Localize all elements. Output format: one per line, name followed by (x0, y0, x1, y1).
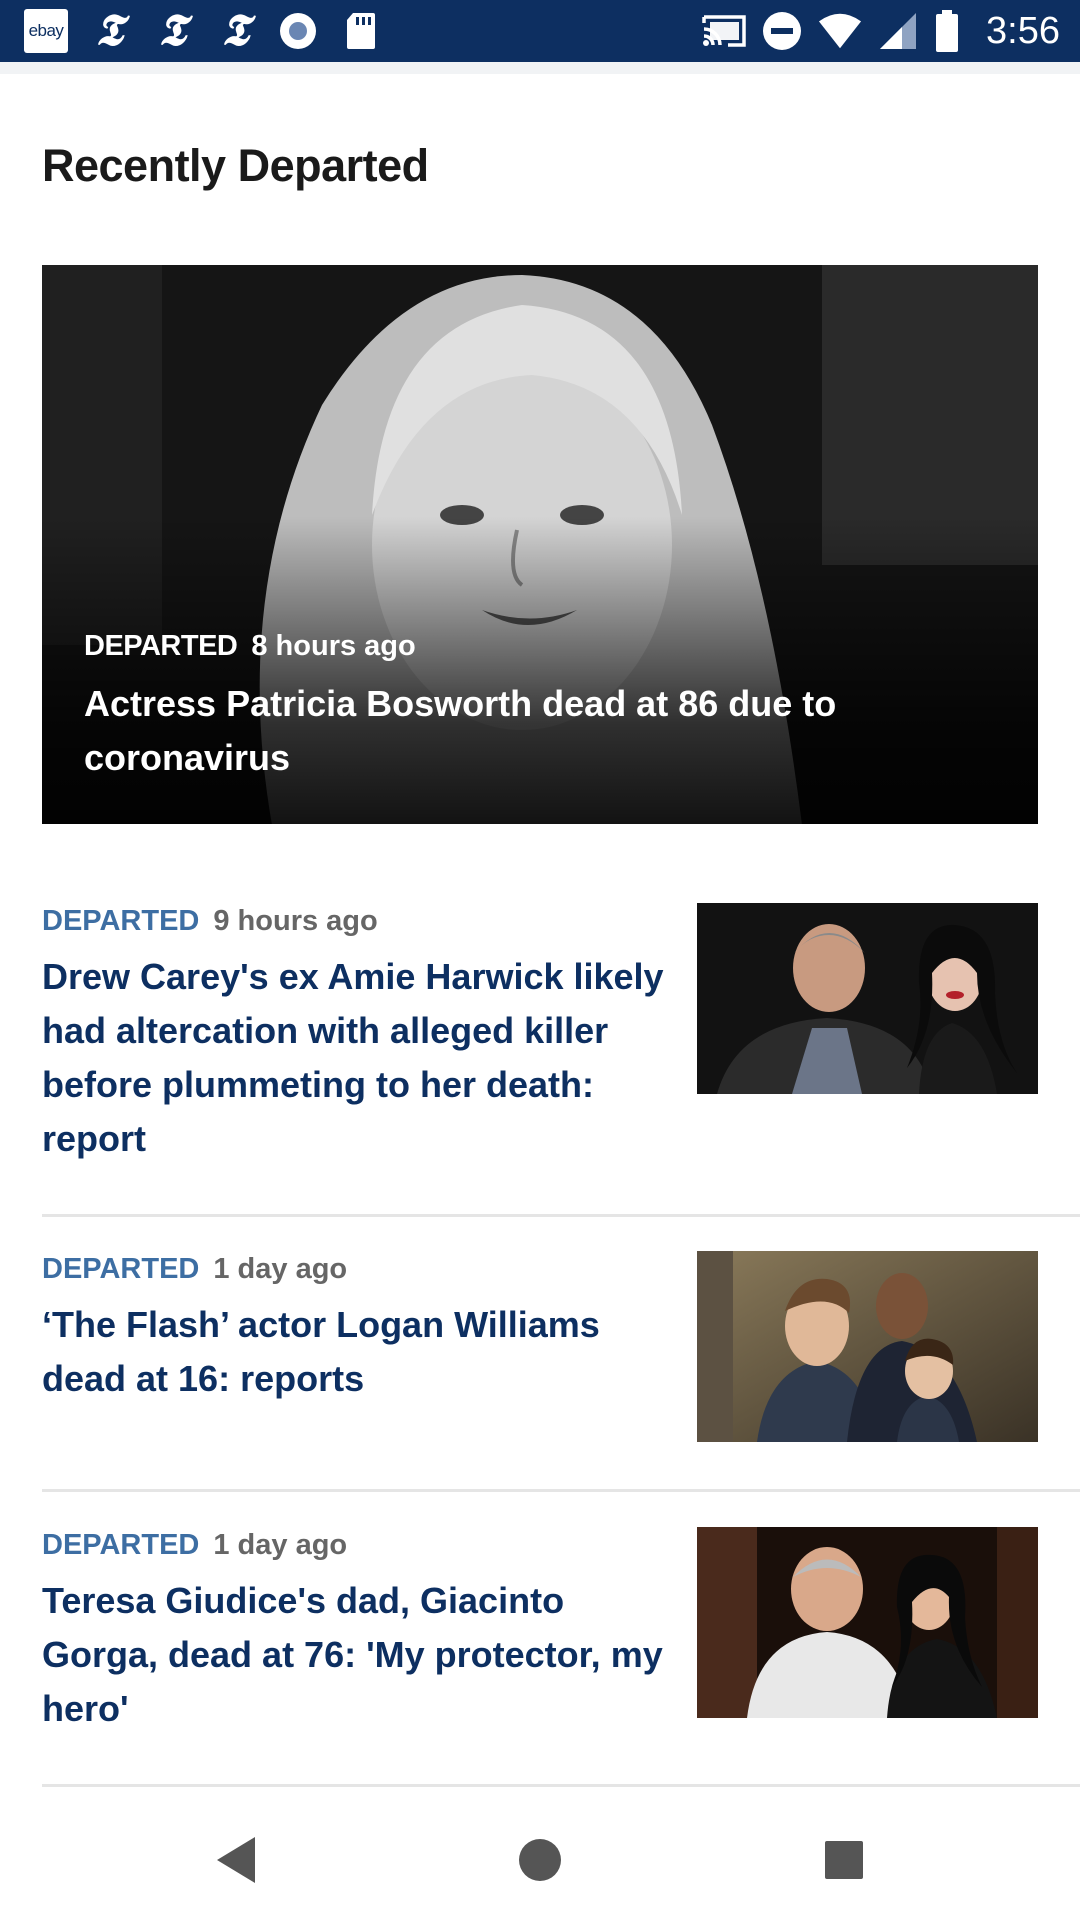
home-icon[interactable] (510, 1830, 570, 1890)
wifi-icon (818, 9, 862, 53)
signal-icon (876, 9, 920, 53)
article-thumbnail[interactable] (697, 903, 1038, 1094)
status-bar: ebay 𝕿 𝕿 𝕿 3:56 (0, 0, 1080, 62)
clock: 3:56 (986, 9, 1060, 52)
notification-icons: ebay 𝕿 𝕿 𝕿 (24, 9, 402, 53)
back-icon[interactable] (206, 1830, 266, 1890)
navigation-bar (0, 1800, 1080, 1920)
recents-icon[interactable] (814, 1830, 874, 1890)
article-thumbnail[interactable] (697, 1527, 1038, 1718)
hero-headline[interactable]: Actress Patricia Bosworth dead at 86 due… (84, 677, 944, 785)
nyt-icon: 𝕿 (221, 6, 249, 55)
article-headline[interactable]: ‘The Flash’ actor Logan Williams dead at… (42, 1298, 672, 1406)
article-headline[interactable]: Teresa Giudice's dad, Giacinto Gorga, de… (42, 1574, 672, 1736)
article-item[interactable]: DEPARTED 1 day ago Teresa Giudice's dad,… (42, 1527, 1038, 1736)
timestamp: 8 hours ago (251, 630, 416, 662)
category-label[interactable]: DEPARTED (42, 905, 199, 938)
page-title: Recently Departed (42, 140, 429, 191)
article-item[interactable]: DEPARTED 9 hours ago Drew Carey's ex Ami… (42, 903, 1038, 1166)
divider (42, 1784, 1080, 1787)
timestamp: 1 day ago (213, 1253, 348, 1285)
sd-card-icon (339, 9, 383, 53)
category-label[interactable]: DEPARTED (42, 1253, 199, 1286)
timestamp: 1 day ago (213, 1529, 348, 1561)
divider (42, 1489, 1080, 1492)
nyt-icon: 𝕿 (95, 6, 123, 55)
ebay-app-icon: ebay (24, 9, 68, 53)
nyt-icon: 𝕿 (158, 6, 186, 55)
article-headline[interactable]: Drew Carey's ex Amie Harwick likely had … (42, 950, 672, 1166)
category-label[interactable]: DEPARTED (42, 1529, 199, 1562)
battery-icon (934, 9, 960, 53)
category-label[interactable]: DEPARTED (84, 630, 238, 663)
divider (42, 1214, 1080, 1217)
app-bar-shadow (0, 62, 1080, 74)
do-not-disturb-icon (760, 9, 804, 53)
cast-icon (702, 9, 746, 53)
hero-meta: DEPARTED 8 hours ago (84, 630, 416, 663)
hero-story[interactable]: DEPARTED 8 hours ago Actress Patricia Bo… (42, 265, 1038, 824)
article-thumbnail[interactable] (697, 1251, 1038, 1442)
timestamp: 9 hours ago (213, 905, 378, 937)
article-item[interactable]: DEPARTED 1 day ago ‘The Flash’ actor Log… (42, 1251, 1038, 1442)
system-icons: 3:56 (702, 0, 1060, 62)
record-icon (276, 9, 320, 53)
